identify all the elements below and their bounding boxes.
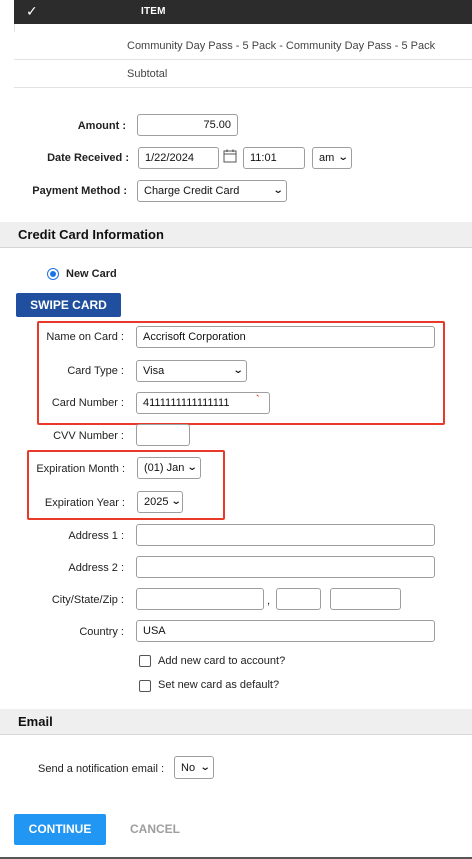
credit-card-section-header: Credit Card Information	[0, 222, 472, 248]
amount-label: Amount :	[77, 120, 126, 132]
zip-input[interactable]	[330, 588, 401, 610]
swipe-card-button[interactable]: SWIPE CARD	[16, 293, 121, 317]
default-card-label: Set new card as default?	[158, 679, 280, 691]
date-received-label: Date Received :	[47, 152, 129, 164]
name-on-card-label: Name on Card :	[46, 331, 124, 343]
select-all-check-icon[interactable]: ✓	[26, 3, 38, 20]
address-2-label: Address 2 :	[68, 562, 124, 574]
chevron-down-icon: ⌄	[187, 462, 199, 473]
email-section-header: Email	[0, 709, 472, 735]
item-column-header: ITEM	[141, 6, 166, 17]
notification-email-select[interactable]: No ⌄	[174, 756, 214, 779]
ampm-value: am	[319, 152, 335, 164]
payment-method-label: Payment Method :	[32, 185, 127, 197]
expiration-month-select[interactable]: (01) Jan ⌄	[137, 457, 201, 479]
notification-email-label: Send a notification email :	[38, 763, 164, 775]
new-card-label: New Card	[66, 268, 117, 280]
chevron-down-icon: ⌄	[232, 365, 244, 376]
country-input[interactable]: USA	[136, 620, 435, 642]
subtotal-cell: Subtotal	[127, 68, 168, 80]
chevron-down-icon: ⌄	[171, 496, 183, 507]
date-received-input[interactable]: 1/22/2024	[138, 147, 219, 169]
time-input[interactable]: 11:01	[243, 147, 305, 169]
address-2-input[interactable]	[136, 556, 435, 578]
city-state-zip-label: City/State/Zip :	[51, 594, 124, 606]
expiration-year-select[interactable]: 2025 ⌄	[137, 491, 183, 513]
default-card-checkbox[interactable]	[139, 680, 151, 692]
card-type-label: Card Type :	[67, 365, 124, 377]
card-type-select[interactable]: Visa ⌄	[136, 360, 247, 382]
amount-input[interactable]: 75.00	[137, 114, 238, 136]
expiration-year-label: Expiration Year :	[44, 497, 125, 509]
expiration-month-value: (01) Jan	[144, 462, 185, 474]
card-number-input[interactable]: 4111111111111111	[136, 392, 270, 414]
city-input[interactable]	[136, 588, 264, 610]
new-card-radio[interactable]	[47, 268, 59, 280]
address-1-label: Address 1 :	[68, 530, 124, 542]
cancel-button[interactable]: CANCEL	[130, 822, 180, 836]
add-card-label: Add new card to account?	[158, 655, 286, 667]
expiration-month-label: Expiration Month :	[36, 463, 125, 475]
card-validation-marker-icon: `	[256, 394, 260, 406]
address-1-input[interactable]	[136, 524, 435, 546]
chevron-down-icon: ⌄	[199, 761, 211, 773]
item-table-header: ✓ ITEM	[14, 0, 472, 24]
country-label: Country :	[79, 626, 124, 638]
continue-button[interactable]: CONTINUE	[14, 814, 106, 845]
table-row: Subtotal	[14, 60, 472, 88]
item-name-cell: Community Day Pass - 5 Pack - Community …	[127, 40, 436, 52]
table-row: Community Day Pass - 5 Pack - Community …	[14, 32, 472, 60]
state-input[interactable]	[276, 588, 321, 610]
cvv-number-label: CVV Number :	[53, 430, 124, 442]
credit-card-section-title: Credit Card Information	[18, 227, 164, 242]
notification-email-value: No	[181, 761, 196, 774]
chevron-down-icon: ⌄	[272, 185, 284, 196]
expiration-year-value: 2025	[144, 496, 169, 508]
card-type-value: Visa	[143, 365, 165, 377]
ampm-select[interactable]: am ⌄	[312, 147, 352, 169]
email-section-title: Email	[18, 714, 53, 729]
calendar-icon[interactable]	[222, 148, 238, 164]
name-on-card-input[interactable]: Accrisoft Corporation	[136, 326, 435, 348]
add-card-checkbox[interactable]	[139, 655, 151, 667]
chevron-down-icon: ⌄	[337, 152, 349, 163]
city-state-separator: ,	[267, 595, 271, 607]
cvv-number-input[interactable]	[136, 424, 190, 446]
payment-method-value: Charge Credit Card	[144, 185, 240, 197]
card-number-label: Card Number :	[51, 397, 124, 409]
payment-method-select[interactable]: Charge Credit Card ⌄	[137, 180, 287, 202]
